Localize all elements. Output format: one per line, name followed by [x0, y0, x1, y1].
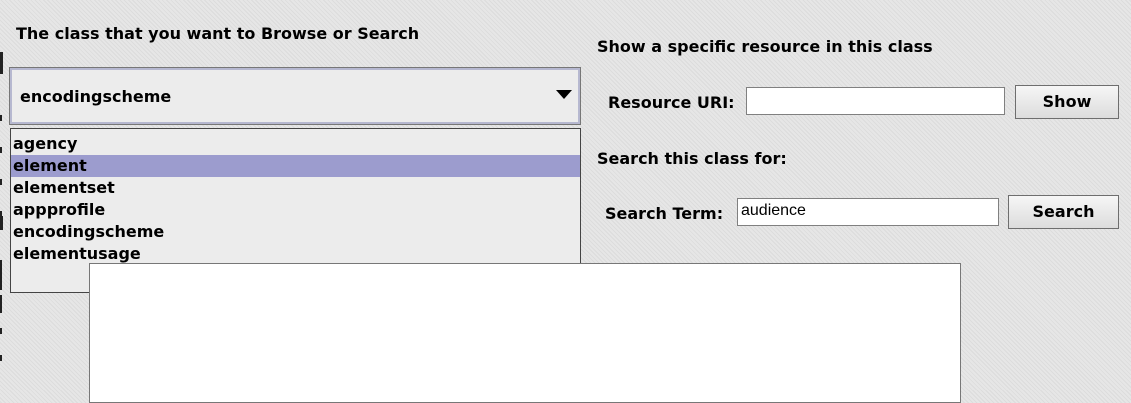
resource-uri-field[interactable]: [746, 87, 1005, 115]
search-button[interactable]: Search: [1008, 195, 1119, 229]
dropdown-option-elementset[interactable]: elementset: [11, 177, 580, 199]
left-edge-fragment: [0, 295, 2, 313]
left-edge-fragment: [0, 355, 2, 361]
show-button[interactable]: Show: [1015, 85, 1119, 119]
left-edge-fragment: [0, 216, 3, 230]
left-edge-fragment: [0, 260, 2, 290]
left-edge-fragment: [0, 147, 2, 153]
search-term-field[interactable]: audience: [737, 198, 999, 226]
search-term-label: Search Term:: [605, 204, 724, 223]
left-edge-fragment: [0, 328, 2, 334]
dropdown-option-element[interactable]: element: [11, 155, 580, 177]
dropdown-option-appprofile[interactable]: appprofile: [11, 199, 580, 221]
class-combobox[interactable]: encodingscheme: [9, 67, 581, 125]
dropdown-option-elementusage[interactable]: elementusage: [11, 243, 580, 265]
left-edge-fragment: [0, 52, 3, 74]
show-resource-heading: Show a specific resource in this class: [597, 37, 933, 56]
dropdown-option-encodingscheme[interactable]: encodingscheme: [11, 221, 580, 243]
results-panel[interactable]: [89, 263, 961, 403]
class-selector-heading: The class that you want to Browse or Sea…: [16, 24, 420, 43]
left-edge-fragment: [0, 115, 2, 121]
chevron-down-icon[interactable]: [556, 90, 572, 99]
class-combobox-value: encodingscheme: [20, 87, 172, 106]
dropdown-option-agency[interactable]: agency: [11, 133, 580, 155]
left-edge-fragment: [0, 179, 2, 185]
search-class-heading: Search this class for:: [597, 149, 787, 168]
resource-uri-label: Resource URI:: [608, 93, 735, 112]
